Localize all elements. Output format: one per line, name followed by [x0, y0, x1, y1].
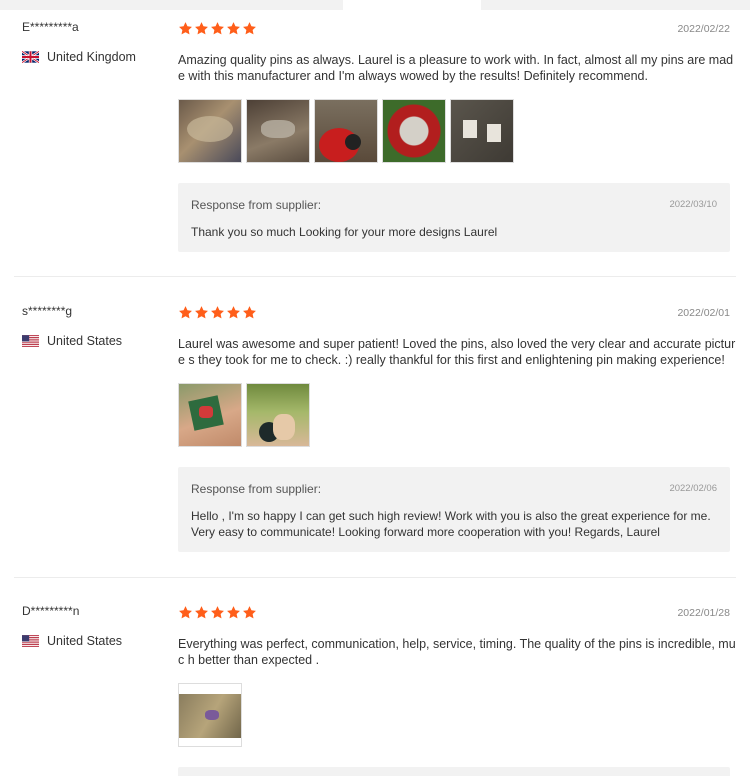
review-text: Everything was perfect, communication, h…: [178, 637, 736, 667]
rating-stars: [178, 605, 257, 620]
star-icon: [227, 22, 240, 35]
response-date: 2022/02/06: [669, 483, 717, 494]
response-title: Response from supplier:: [191, 198, 322, 212]
review-divider: [14, 577, 736, 578]
review-photo-thumbnail[interactable]: [246, 99, 310, 163]
review-date: 2022/02/01: [677, 307, 730, 319]
country-label: United Kingdom: [47, 50, 136, 64]
supplier-response: Response from supplier: 2022/03/10 Thank…: [178, 183, 730, 252]
review-item: D*********n United States 2022/01/28 Eve…: [14, 594, 736, 776]
reviewer-name: D*********n: [22, 604, 80, 618]
us-flag-icon: [22, 635, 39, 647]
uk-flag-icon: [22, 51, 39, 63]
star-icon: [243, 22, 256, 35]
reviewer-name: s********g: [22, 304, 73, 318]
review-item: E*********a United Kingdom 2022/02/22 Am…: [14, 10, 736, 276]
star-icon: [243, 306, 256, 319]
review-date: 2022/02/22: [677, 23, 730, 35]
country-label: United States: [47, 634, 123, 648]
review-photo-thumbnail[interactable]: [178, 683, 242, 747]
star-icon: [179, 306, 192, 319]
review-photos: [178, 383, 310, 447]
reviewer-country: United States: [22, 634, 122, 648]
top-tab-strip: [0, 0, 750, 10]
response-date: 2022/03/10: [669, 199, 717, 210]
review-photo-thumbnail[interactable]: [178, 383, 242, 447]
supplier-response: Response from supplier: 2022/02/06 Hello…: [178, 467, 730, 552]
star-icon: [211, 22, 224, 35]
review-divider: [14, 276, 736, 277]
review-item: s********g United States 2022/02/01 Laur…: [14, 294, 736, 576]
review-photos: [178, 99, 514, 163]
star-icon: [195, 22, 208, 35]
rating-stars: [178, 305, 257, 320]
star-icon: [227, 606, 240, 619]
star-icon: [195, 606, 208, 619]
response-text: Thank you so much Looking for your more …: [191, 225, 498, 239]
star-icon: [195, 306, 208, 319]
review-photo-thumbnail[interactable]: [314, 99, 378, 163]
response-title: Response from supplier:: [191, 482, 322, 496]
review-photo-thumbnail[interactable]: [450, 99, 514, 163]
review-text: Amazing quality pins as always. Laurel i…: [178, 53, 734, 83]
review-photos: [178, 683, 242, 747]
star-icon: [211, 606, 224, 619]
review-photo-thumbnail[interactable]: [382, 99, 446, 163]
star-icon: [179, 22, 192, 35]
star-icon: [211, 306, 224, 319]
review-date: 2022/01/28: [677, 607, 730, 619]
country-label: United States: [47, 334, 123, 348]
reviewer-country: United States: [22, 334, 122, 348]
response-text: Hello , I'm so happy I can get such high…: [191, 509, 711, 539]
star-icon: [227, 306, 240, 319]
review-photo-thumbnail[interactable]: [246, 383, 310, 447]
reviewer-country: United Kingdom: [22, 50, 136, 64]
us-flag-icon: [22, 335, 39, 347]
reviewer-name: E*********a: [22, 20, 79, 34]
supplier-response: [178, 767, 730, 776]
review-text: Laurel was awesome and super patient! Lo…: [178, 337, 736, 367]
active-tab-indicator: [343, 0, 481, 10]
review-photo-thumbnail[interactable]: [178, 99, 242, 163]
star-icon: [179, 606, 192, 619]
rating-stars: [178, 21, 257, 36]
star-icon: [243, 606, 256, 619]
